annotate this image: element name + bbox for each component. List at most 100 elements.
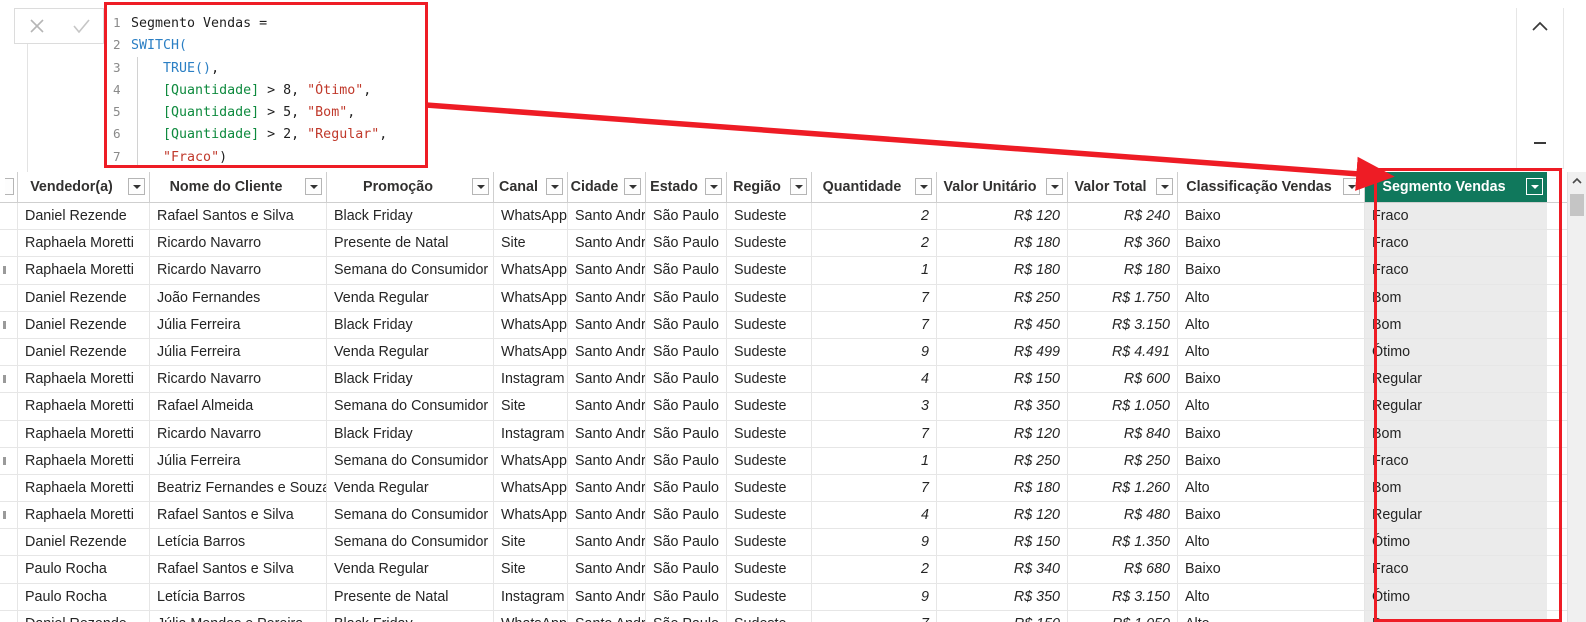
cell-vend[interactable]: Paulo Rocha	[18, 556, 150, 583]
close-icon[interactable]	[24, 13, 50, 39]
dax-code-lines[interactable]: 1 Segmento Vendas = 2 SWITCH(3 TRUE(), 4 [Qu…	[107, 5, 425, 165]
cell-cli[interactable]: Júlia Ferreira	[150, 311, 327, 338]
vertical-scrollbar[interactable]	[1567, 172, 1586, 622]
cell-est[interactable]: São Paulo	[646, 284, 727, 311]
cell-cid[interactable]: Santo André	[568, 420, 646, 447]
cell-seg[interactable]: Ótimo	[1365, 338, 1547, 366]
cell-vu[interactable]: R$ 150	[937, 529, 1068, 556]
cell-vt[interactable]: R$ 1.750	[1068, 284, 1178, 311]
cell-vend[interactable]: Daniel Rezende	[18, 338, 150, 366]
cell-cid[interactable]: Santo André	[568, 447, 646, 474]
filter-dropdown-icon[interactable]	[1343, 178, 1360, 195]
scroll-up-icon[interactable]	[1568, 172, 1586, 190]
cell-vt[interactable]: R$ 1.050	[1068, 393, 1178, 420]
cell-vend[interactable]: Raphaela Moretti	[18, 257, 150, 284]
cell-reg[interactable]: Sudeste	[727, 203, 812, 230]
cell-promo[interactable]: Semana do Consumidor	[327, 447, 494, 474]
cell-promo[interactable]: Black Friday	[327, 203, 494, 230]
cell-reg[interactable]: Sudeste	[727, 393, 812, 420]
cell-reg[interactable]: Sudeste	[727, 529, 812, 556]
cell-vend[interactable]: Raphaela Moretti	[18, 474, 150, 502]
cell-pre[interactable]	[0, 610, 18, 622]
cell-cli[interactable]: Ricardo Navarro	[150, 257, 327, 284]
cell-vu[interactable]: R$ 120	[937, 502, 1068, 529]
cell-cid[interactable]: Santo André	[568, 257, 646, 284]
cell-clas[interactable]: Baixo	[1178, 366, 1365, 393]
cell-vu[interactable]: R$ 180	[937, 257, 1068, 284]
cell-seg[interactable]: Regular	[1365, 393, 1547, 420]
column-header-vend[interactable]: Vendedor(a)	[18, 172, 150, 202]
cell-cid[interactable]: Santo André	[568, 583, 646, 610]
cell-canal[interactable]: WhatsApp	[494, 610, 568, 622]
cell-qtd[interactable]: 1	[812, 447, 937, 474]
table-row[interactable]: Raphaela Moretti Beatriz Fernandes e Souz…	[0, 474, 1586, 503]
column-header-reg[interactable]: Região	[727, 172, 812, 202]
cell-seg[interactable]: Fraco	[1365, 257, 1547, 284]
table-row[interactable]: Raphaela Moretti Rafael Santos e Silva Sem…	[0, 502, 1586, 530]
cell-cid[interactable]: Santo André	[568, 474, 646, 502]
cell-canal[interactable]: Instagram	[494, 420, 568, 447]
cell-pre[interactable]	[0, 338, 18, 366]
cell-pre[interactable]	[0, 529, 18, 556]
data-grid-body[interactable]: Daniel Rezende Rafael Santos e Silva Black…	[0, 203, 1586, 622]
filter-dropdown-icon[interactable]	[128, 178, 145, 195]
filter-dropdown-icon[interactable]	[1046, 178, 1063, 195]
cell-canal[interactable]: Site	[494, 230, 568, 257]
cell-promo[interactable]: Semana do Consumidor	[327, 502, 494, 529]
cell-canal[interactable]: WhatsApp	[494, 502, 568, 529]
cell-clas[interactable]: Baixo	[1178, 502, 1365, 529]
cell-pre[interactable]	[0, 502, 18, 529]
cell-qtd[interactable]: 1	[812, 257, 937, 284]
cell-vu[interactable]: R$ 350	[937, 583, 1068, 610]
cell-est[interactable]: São Paulo	[646, 257, 727, 284]
cell-vend[interactable]: Paulo Rocha	[18, 583, 150, 610]
column-header-est[interactable]: Estado	[646, 172, 727, 202]
cell-canal[interactable]: Instagram	[494, 366, 568, 393]
column-header-clas[interactable]: Classificação Vendas	[1178, 172, 1365, 202]
table-row[interactable]: Raphaela Moretti Ricardo Navarro Black Fri…	[0, 420, 1586, 448]
cell-cli[interactable]: Júlia Ferreira	[150, 338, 327, 366]
table-row[interactable]: Raphaela Moretti Ricardo Navarro Semana do…	[0, 257, 1586, 285]
cell-cli[interactable]: Rafael Santos e Silva	[150, 502, 327, 529]
cell-clas[interactable]: Alto	[1178, 474, 1365, 502]
cell-promo[interactable]: Venda Regular	[327, 556, 494, 583]
cell-cid[interactable]: Santo André	[568, 203, 646, 230]
filter-dropdown-icon[interactable]	[624, 178, 641, 195]
cell-vt[interactable]: R$ 3.150	[1068, 583, 1178, 610]
cell-promo[interactable]: Presente de Natal	[327, 583, 494, 610]
cell-cid[interactable]: Santo André	[568, 556, 646, 583]
cell-promo[interactable]: Black Friday	[327, 311, 494, 338]
cell-est[interactable]: São Paulo	[646, 556, 727, 583]
cell-vend[interactable]: Daniel Rezende	[18, 203, 150, 230]
cell-cid[interactable]: Santo André	[568, 529, 646, 556]
cell-vu[interactable]: R$ 350	[937, 393, 1068, 420]
cell-promo[interactable]: Black Friday	[327, 610, 494, 622]
table-row[interactable]: Paulo Rocha Rafael Santos e Silva Venda Re…	[0, 556, 1586, 584]
cell-vt[interactable]: R$ 480	[1068, 502, 1178, 529]
cell-vt[interactable]: R$ 1.260	[1068, 474, 1178, 502]
cell-canal[interactable]: WhatsApp	[494, 257, 568, 284]
cell-reg[interactable]: Sudeste	[727, 284, 812, 311]
cell-cli[interactable]: Letícia Barros	[150, 529, 327, 556]
cell-cli[interactable]: Rafael Santos e Silva	[150, 556, 327, 583]
filter-dropdown-icon[interactable]	[915, 178, 932, 195]
cell-reg[interactable]: Sudeste	[727, 556, 812, 583]
cell-promo[interactable]: Presente de Natal	[327, 230, 494, 257]
cell-seg[interactable]: Regular	[1365, 502, 1547, 529]
cell-canal[interactable]: WhatsApp	[494, 447, 568, 474]
cell-pre[interactable]	[0, 447, 18, 474]
data-grid[interactable]: Vendedor(a) Nome do Cliente Promoção Canal C…	[0, 172, 1586, 622]
filter-dropdown-icon[interactable]	[1526, 178, 1543, 195]
column-header-vt[interactable]: Valor Total	[1068, 172, 1178, 202]
column-header-pre[interactable]	[0, 172, 18, 202]
cell-vt[interactable]: R$ 1.050	[1068, 610, 1178, 622]
cell-cli[interactable]: Júlia Ferreira	[150, 447, 327, 474]
cell-qtd[interactable]: 7	[812, 284, 937, 311]
cell-vt[interactable]: R$ 4.491	[1068, 338, 1178, 366]
cell-est[interactable]: São Paulo	[646, 529, 727, 556]
cell-seg[interactable]: Fraco	[1365, 447, 1547, 474]
cell-cli[interactable]: Ricardo Navarro	[150, 366, 327, 393]
cell-est[interactable]: São Paulo	[646, 610, 727, 622]
cell-cid[interactable]: Santo André	[568, 610, 646, 622]
cell-qtd[interactable]: 7	[812, 474, 937, 502]
